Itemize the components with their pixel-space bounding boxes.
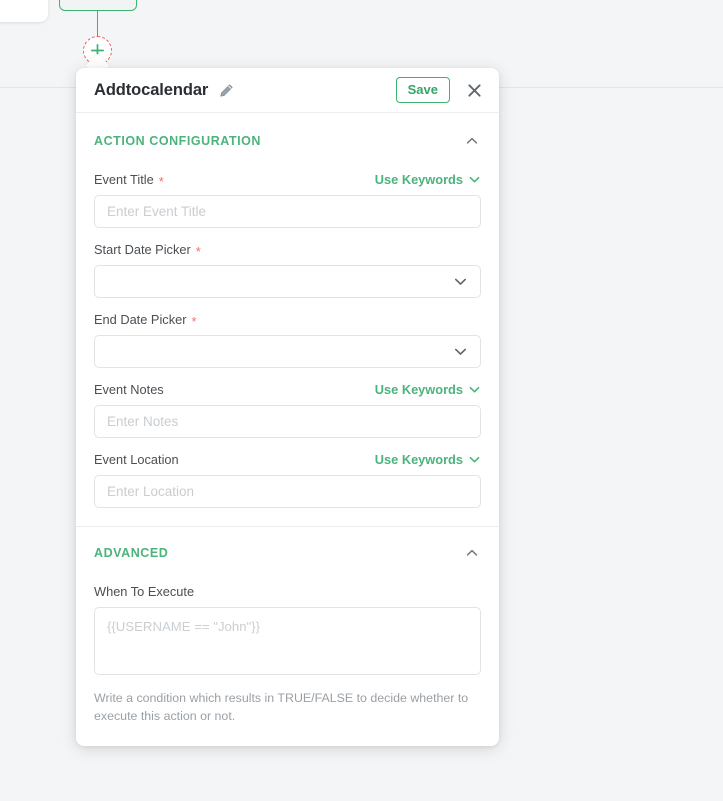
end-date-picker-select[interactable] (94, 335, 481, 368)
end-date-picker-label: End Date Picker (94, 311, 187, 327)
action-configuration-fields: Event Title * Use Keywords Start Date Pi… (76, 170, 499, 508)
start-date-picker-label: Start Date Picker (94, 241, 191, 257)
chevron-down-icon (469, 176, 480, 183)
chevron-up-icon (466, 549, 478, 556)
advanced-section: ADVANCED When To Execute Write a conditi… (76, 527, 499, 726)
use-keywords-label: Use Keywords (374, 171, 463, 187)
start-date-picker-select[interactable] (94, 265, 481, 298)
event-notes-input[interactable] (94, 405, 481, 438)
action-configuration-header[interactable]: ACTION CONFIGURATION (76, 124, 499, 158)
use-keywords-event-location[interactable]: Use Keywords (375, 452, 481, 467)
required-asterisk: * (195, 243, 201, 259)
save-button[interactable]: Save (395, 76, 450, 104)
field-event-notes: Event Notes Use Keywords (94, 380, 481, 438)
chevron-down-icon (454, 348, 467, 355)
use-keywords-label: Use Keywords (374, 451, 463, 467)
field-event-title: Event Title * Use Keywords (94, 170, 481, 228)
advanced-header[interactable]: ADVANCED (76, 536, 499, 570)
pencil-icon (220, 83, 233, 97)
edit-title-button[interactable] (217, 81, 236, 100)
field-start-date-picker: Start Date Picker * (94, 240, 481, 298)
when-to-execute-textarea[interactable] (94, 607, 481, 675)
start-date-picker-chevron[interactable] (453, 274, 468, 289)
field-label-row: When To Execute (94, 582, 481, 600)
action-configuration-collapse-toggle[interactable] (463, 132, 481, 150)
field-end-date-picker: End Date Picker * (94, 310, 481, 368)
connector-line-vertical (97, 11, 99, 37)
field-label-row: Event Notes Use Keywords (94, 380, 481, 398)
field-when-to-execute: When To Execute Write a condition which … (94, 582, 481, 726)
close-button[interactable] (463, 79, 485, 101)
field-label-row: Event Location Use Keywords (94, 450, 481, 468)
field-label-row: End Date Picker * (94, 310, 481, 328)
field-event-location: Event Location Use Keywords (94, 450, 481, 508)
event-location-label: Event Location (94, 451, 179, 467)
panel-title: Addtocalendar (94, 80, 209, 99)
chevron-up-icon (466, 137, 478, 144)
field-label-row: Event Title * Use Keywords (94, 170, 481, 188)
field-label-row: Start Date Picker * (94, 240, 481, 258)
success-branch-badge[interactable]: SUCCESS (59, 0, 137, 11)
action-configuration-title: ACTION CONFIGURATION (94, 134, 262, 148)
chevron-down-icon (469, 456, 480, 463)
event-notes-label: Event Notes (94, 381, 164, 397)
use-keywords-event-notes[interactable]: Use Keywords (375, 382, 481, 397)
use-keywords-label: Use Keywords (374, 381, 463, 397)
event-title-input[interactable] (94, 195, 481, 228)
use-keywords-event-title[interactable]: Use Keywords (375, 172, 481, 187)
when-to-execute-help-text: Write a condition which results in TRUE/… (94, 691, 469, 724)
chevron-down-icon (454, 278, 467, 285)
panel-header: Addtocalendar Save (76, 68, 499, 113)
event-location-input[interactable] (94, 475, 481, 508)
event-title-label: Event Title (94, 171, 154, 187)
required-asterisk: * (158, 173, 164, 189)
when-to-execute-label: When To Execute (94, 583, 195, 599)
action-configuration-panel: Addtocalendar Save ACTION CONFIGURATION (76, 68, 499, 746)
advanced-fields: When To Execute Write a condition which … (76, 582, 499, 726)
previous-node-card[interactable] (0, 0, 48, 22)
end-date-picker-chevron[interactable] (453, 344, 468, 359)
chevron-down-icon (469, 386, 480, 393)
advanced-title: ADVANCED (94, 546, 169, 560)
action-configuration-section: ACTION CONFIGURATION Event Title * Use K… (76, 113, 499, 527)
close-icon (467, 83, 481, 97)
success-badge-label: SUCCESS (69, 0, 127, 1)
advanced-collapse-toggle[interactable] (463, 544, 481, 562)
required-asterisk: * (191, 313, 197, 329)
